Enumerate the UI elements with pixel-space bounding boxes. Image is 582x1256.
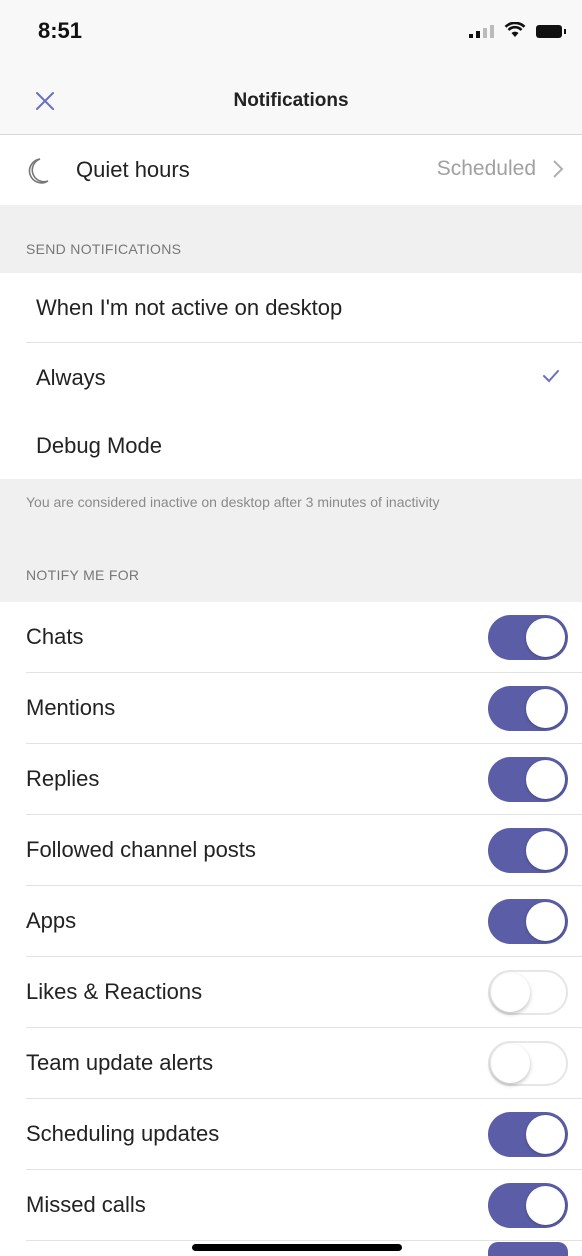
status-bar: 8:51 — [0, 0, 582, 70]
option-not-active-desktop[interactable]: When I'm not active on desktop — [0, 273, 582, 343]
quiet-hours-row[interactable]: Quiet hours Scheduled — [0, 135, 582, 205]
inactivity-note: You are considered inactive on desktop a… — [26, 494, 440, 510]
team-update-alerts-toggle[interactable] — [488, 1041, 568, 1086]
missed-calls-toggle[interactable] — [488, 1183, 568, 1228]
option-label: Always — [36, 365, 106, 390]
notify-me-for-header: You are considered inactive on desktop a… — [0, 479, 582, 602]
toggle-knob — [491, 973, 530, 1012]
option-debug-mode[interactable]: Debug Mode — [0, 411, 582, 479]
notify-label: Followed channel posts — [26, 837, 256, 862]
next-toggle-partial — [488, 1242, 568, 1256]
notify-row-apps: Apps — [0, 886, 582, 957]
status-time: 8:51 — [38, 18, 83, 43]
wifi-icon — [504, 22, 526, 37]
nav-bar: Notifications — [0, 70, 582, 135]
notify-label: Scheduling updates — [26, 1121, 220, 1146]
send-notifications-header: SEND NOTIFICATIONS — [0, 205, 582, 273]
toggle-knob — [491, 1044, 530, 1083]
chevron-right-icon — [553, 160, 564, 178]
home-indicator — [192, 1244, 402, 1251]
page-title: Notifications — [233, 90, 349, 111]
quiet-hours-value: Scheduled — [436, 157, 536, 180]
option-always[interactable]: Always — [0, 343, 582, 411]
option-label: Debug Mode — [36, 433, 162, 458]
followed-channel-posts-toggle[interactable] — [488, 828, 568, 873]
checkmark-icon — [543, 370, 559, 383]
toggle-knob — [526, 902, 565, 941]
toggle-knob — [526, 1186, 565, 1225]
notify-label: Likes & Reactions — [26, 979, 203, 1004]
quiet-hours-label: Quiet hours — [76, 157, 190, 182]
mentions-toggle[interactable] — [488, 686, 568, 731]
replies-toggle[interactable] — [488, 757, 568, 802]
likes-reactions-toggle[interactable] — [488, 970, 568, 1015]
toggle-knob — [526, 618, 565, 657]
toggle-knob — [526, 760, 565, 799]
notify-label: Replies — [26, 766, 100, 791]
notify-label: Apps — [26, 908, 77, 933]
option-label: When I'm not active on desktop — [36, 295, 343, 320]
toggle-knob — [526, 689, 565, 728]
notify-label: Missed calls — [26, 1192, 146, 1217]
notify-label: Team update alerts — [26, 1050, 214, 1075]
notify-label: Mentions — [26, 695, 116, 720]
notify-row-likes-reactions: Likes & Reactions — [0, 957, 582, 1028]
toggle-knob — [526, 831, 565, 870]
notify-row-missed-calls: Missed calls — [0, 1170, 582, 1241]
notify-row-mentions: Mentions — [0, 673, 582, 744]
moon-icon — [28, 158, 49, 184]
status-icons — [469, 22, 566, 38]
section-title: SEND NOTIFICATIONS — [26, 241, 182, 257]
notify-row-chats: Chats — [0, 602, 582, 673]
scheduling-updates-toggle[interactable] — [488, 1112, 568, 1157]
divider — [26, 1240, 582, 1241]
notify-label: Chats — [26, 624, 84, 649]
battery-icon — [536, 25, 566, 38]
notify-row-followed-channel-posts: Followed channel posts — [0, 815, 582, 886]
notify-row-team-update-alerts: Team update alerts — [0, 1028, 582, 1099]
section-title: NOTIFY ME FOR — [26, 567, 140, 583]
toggle-knob — [526, 1115, 565, 1154]
cellular-signal-icon — [469, 22, 494, 38]
chats-toggle[interactable] — [488, 615, 568, 660]
apps-toggle[interactable] — [488, 899, 568, 944]
notify-row-replies: Replies — [0, 744, 582, 815]
notify-row-scheduling-updates: Scheduling updates — [0, 1099, 582, 1170]
